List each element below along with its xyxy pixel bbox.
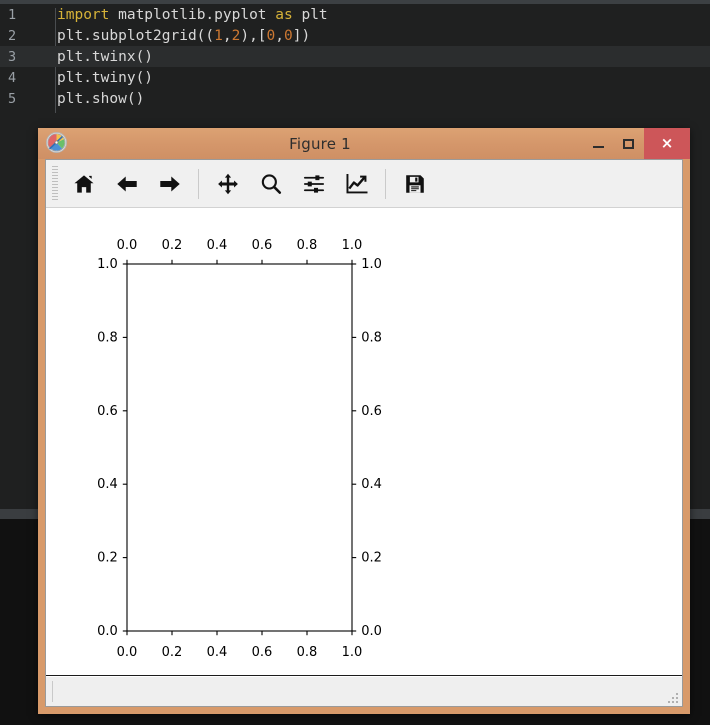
- configure-subplots-button[interactable]: [292, 164, 335, 204]
- svg-text:0.6: 0.6: [252, 238, 273, 253]
- svg-text:0.0: 0.0: [117, 645, 138, 660]
- svg-text:1.0: 1.0: [361, 257, 382, 272]
- magnifier-icon: [260, 173, 282, 195]
- svg-text:0.0: 0.0: [117, 238, 138, 253]
- maximize-icon: [622, 138, 634, 149]
- line-chart-icon: [346, 173, 368, 195]
- svg-text:0.8: 0.8: [361, 330, 382, 345]
- code-line-text: plt.show(): [57, 90, 145, 107]
- figure-window[interactable]: Figure 1 × 0.0 0.0 0.0 0.0 0.2 0.2 0.2 0…: [38, 128, 690, 714]
- arrow-left-icon: [116, 173, 138, 195]
- code-line-text: plt.twinx(): [57, 48, 154, 65]
- zoom-button[interactable]: [249, 164, 292, 204]
- back-button[interactable]: [105, 164, 148, 204]
- svg-text:0.0: 0.0: [97, 624, 118, 639]
- figure-window-body: 0.0 0.0 0.0 0.0 0.2 0.2 0.2 0.2 0.4 0.4 0.4 0.4 0.6 0…: [45, 159, 683, 707]
- window-titlebar[interactable]: Figure 1 ×: [38, 128, 690, 159]
- svg-text:0.8: 0.8: [297, 238, 318, 253]
- svg-text:0.2: 0.2: [97, 551, 118, 566]
- code-line[interactable]: 3 plt.twinx(): [0, 46, 710, 67]
- close-icon: ×: [660, 134, 674, 152]
- svg-text:0.2: 0.2: [361, 551, 382, 566]
- matplotlib-axes: 0.0 0.0 0.0 0.0 0.2 0.2 0.2 0.2 0.4 0.4 0.4 0.4 0.6 0…: [46, 208, 682, 674]
- save-button[interactable]: [393, 164, 436, 204]
- toolbar-drag-handle[interactable]: [52, 165, 58, 202]
- svg-text:1.0: 1.0: [342, 238, 363, 253]
- svg-text:0.4: 0.4: [361, 477, 382, 492]
- floppy-save-icon: [404, 173, 426, 195]
- sliders-icon: [303, 173, 325, 195]
- maximize-button[interactable]: [614, 128, 642, 159]
- code-line-text: plt.twiny(): [57, 69, 154, 86]
- code-line-list: 1 import matplotlib.pyplot as plt 2 plt.sub…: [0, 4, 710, 109]
- home-button[interactable]: [62, 164, 105, 204]
- toolbar-separator-2: [385, 168, 386, 199]
- code-line-text: import matplotlib.pyplot as plt: [57, 6, 328, 23]
- close-button[interactable]: ×: [644, 128, 690, 159]
- line-number: 3: [8, 48, 17, 65]
- svg-text:0.4: 0.4: [207, 645, 228, 660]
- home-icon: [73, 173, 95, 195]
- line-number: 4: [8, 69, 17, 86]
- svg-text:0.0: 0.0: [361, 624, 382, 639]
- svg-text:0.6: 0.6: [97, 404, 118, 419]
- line-number: 2: [8, 27, 17, 44]
- svg-text:1.0: 1.0: [97, 257, 118, 272]
- svg-text:0.4: 0.4: [97, 477, 118, 492]
- code-line-text: plt.subplot2grid((1,2),[0,0]): [57, 27, 311, 44]
- edit-axis-button[interactable]: [335, 164, 378, 204]
- svg-text:0.2: 0.2: [162, 645, 183, 660]
- minimize-icon: [592, 145, 604, 148]
- svg-text:0.4: 0.4: [207, 238, 228, 253]
- svg-text:0.8: 0.8: [297, 645, 318, 660]
- forward-button[interactable]: [148, 164, 191, 204]
- code-line[interactable]: 1 import matplotlib.pyplot as plt: [0, 4, 710, 25]
- statusbar-message: [52, 681, 676, 702]
- resize-grip-icon[interactable]: [667, 692, 678, 703]
- pan-button[interactable]: [206, 164, 249, 204]
- arrow-right-icon: [159, 173, 181, 195]
- figure-toolbar[interactable]: [46, 160, 682, 208]
- figure-canvas[interactable]: 0.0 0.0 0.0 0.0 0.2 0.2 0.2 0.2 0.4 0.4 0.4 0.4 0.6 0…: [46, 208, 682, 676]
- line-number: 5: [8, 90, 17, 107]
- toolbar-separator: [198, 168, 199, 199]
- svg-text:0.2: 0.2: [162, 238, 183, 253]
- minimize-button[interactable]: [584, 128, 612, 159]
- line-number: 1: [8, 6, 17, 23]
- svg-text:0.6: 0.6: [252, 645, 273, 660]
- pan-move-icon: [217, 173, 239, 195]
- code-line[interactable]: 5 plt.show(): [0, 88, 710, 109]
- svg-text:0.8: 0.8: [97, 330, 118, 345]
- svg-text:1.0: 1.0: [342, 645, 363, 660]
- code-line[interactable]: 2 plt.subplot2grid((1,2),[0,0]): [0, 25, 710, 46]
- svg-text:0.6: 0.6: [361, 404, 382, 419]
- matplotlib-logo-icon: [46, 132, 67, 153]
- figure-statusbar: [46, 676, 682, 706]
- code-line[interactable]: 4 plt.twiny(): [0, 67, 710, 88]
